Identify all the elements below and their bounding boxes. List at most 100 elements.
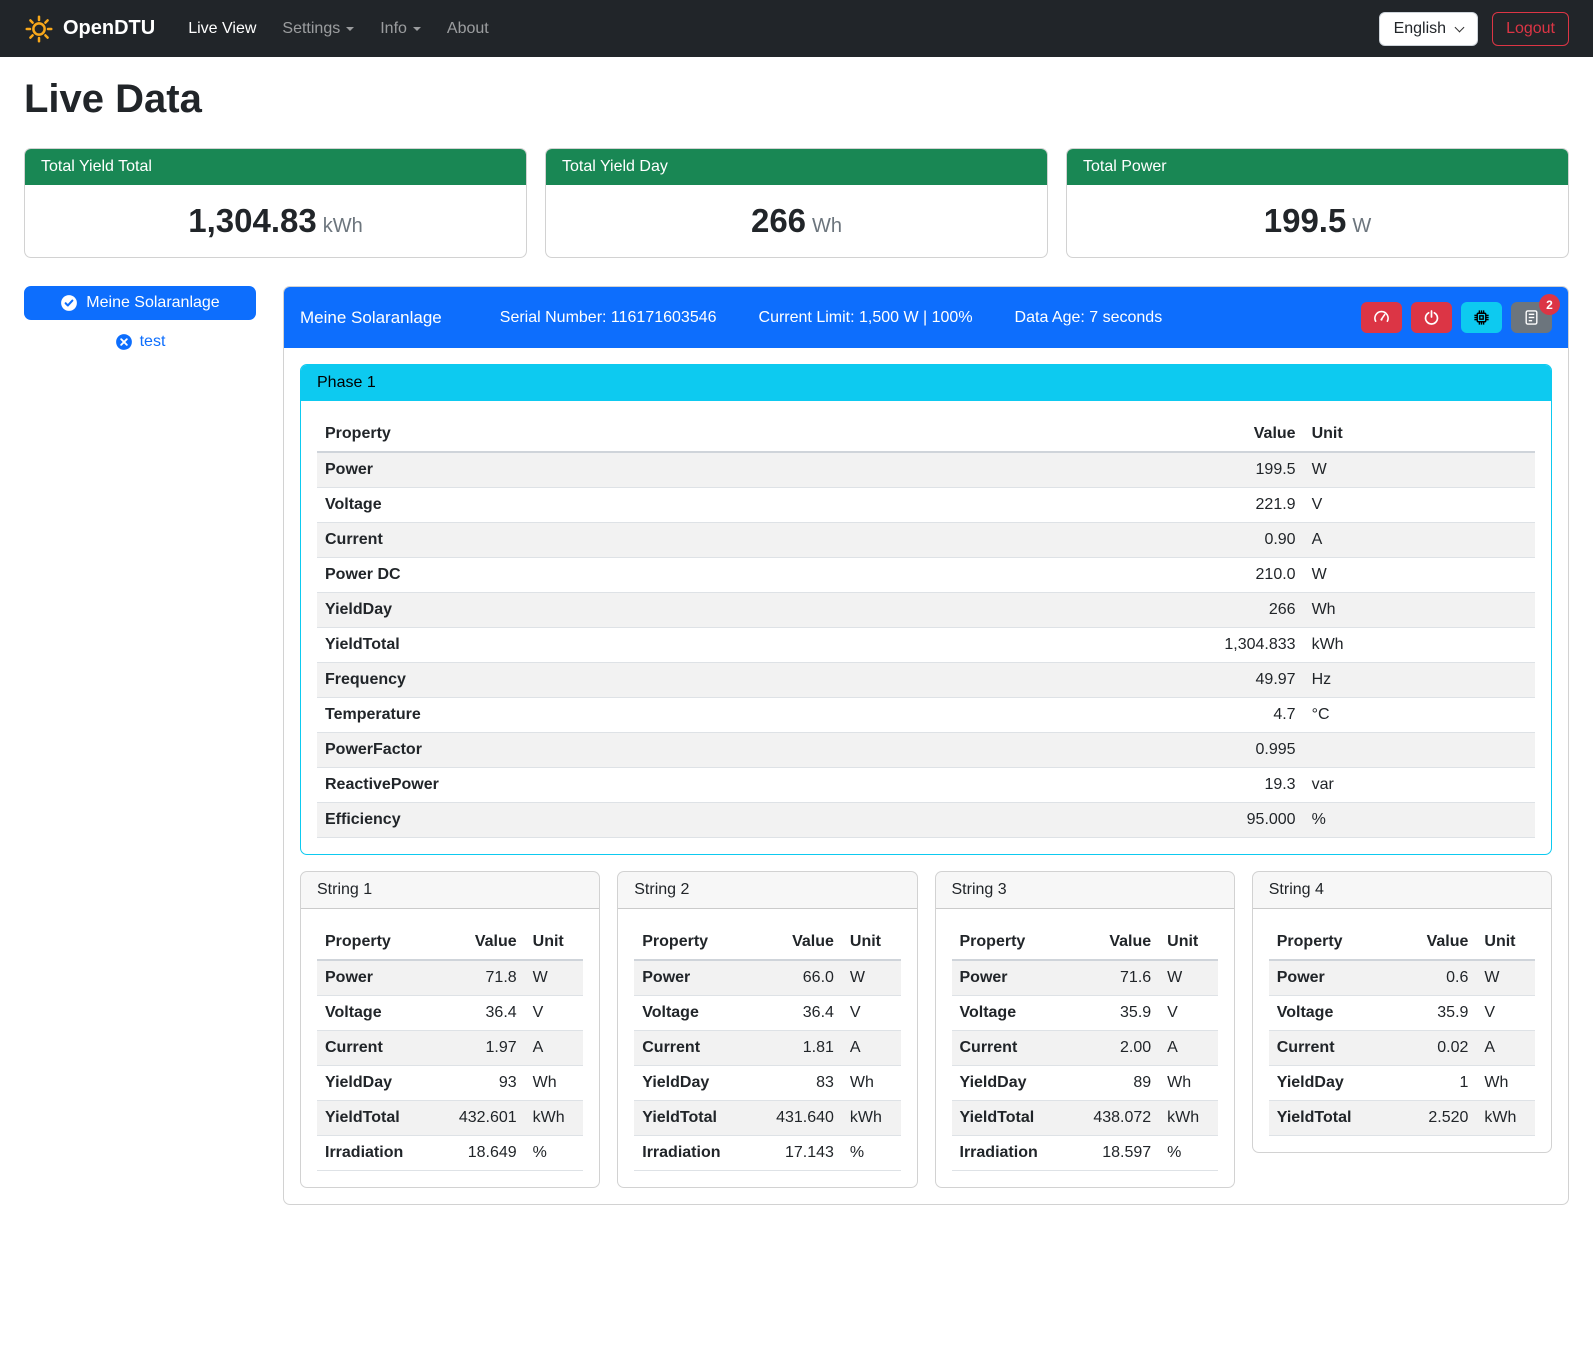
property-name: Voltage	[1269, 996, 1391, 1031]
property-unit: %	[842, 1136, 901, 1171]
inverter-select-button[interactable]: Meine Solaranlage	[24, 286, 256, 320]
property-unit: Hz	[1304, 663, 1535, 698]
property-value: 18.597	[1074, 1136, 1159, 1171]
summary-cards: Total Yield Total 1,304.83kWh Total Yiel…	[24, 148, 1569, 258]
table-row: Current 1.97 A	[317, 1031, 583, 1066]
property-name: Power	[634, 960, 756, 996]
string-table: Property Value Unit Power	[952, 925, 1218, 1171]
property-name: Frequency	[317, 663, 1133, 698]
property-value: 35.9	[1391, 996, 1476, 1031]
property-unit: A	[1476, 1031, 1535, 1066]
brand-link[interactable]: OpenDTU	[24, 14, 155, 44]
property-name: YieldTotal	[317, 1101, 439, 1136]
nav-item-about[interactable]: About	[434, 12, 502, 46]
property-name: YieldDay	[634, 1066, 756, 1101]
nav-item-info-label: Info	[380, 20, 407, 37]
string-title: String 1	[301, 872, 599, 909]
property-name: YieldTotal	[317, 628, 1133, 663]
property-unit: kWh	[1304, 628, 1535, 663]
power-button[interactable]	[1411, 302, 1452, 333]
property-unit: %	[525, 1136, 584, 1171]
nav-item-info[interactable]: Info	[367, 12, 434, 46]
property-value: 0.995	[1133, 733, 1304, 768]
string-body: Property Value Unit Power	[618, 909, 916, 1187]
property-unit: W	[525, 960, 584, 996]
property-unit: Wh	[1304, 593, 1535, 628]
property-value: 1,304.833	[1133, 628, 1304, 663]
property-name: Current	[634, 1031, 756, 1066]
property-unit: Wh	[525, 1066, 584, 1101]
strings-grid: String 1 Property Value Unit	[300, 871, 1552, 1188]
property-value: 18.649	[439, 1136, 524, 1171]
property-value: 71.6	[1074, 960, 1159, 996]
table-row: Power 199.5 W	[317, 452, 1535, 488]
nav-item-live-view[interactable]: Live View	[175, 12, 269, 46]
property-value: 1.81	[757, 1031, 842, 1066]
logout-button[interactable]: Logout	[1492, 12, 1569, 46]
chevron-down-icon	[1455, 22, 1465, 32]
language-select[interactable]: English	[1379, 12, 1478, 46]
table-row: Power 0.6 W	[1269, 960, 1535, 996]
table-row: Voltage 35.9 V	[1269, 996, 1535, 1031]
col-property: Property	[634, 925, 756, 960]
property-value: 19.3	[1133, 768, 1304, 803]
brand-label: OpenDTU	[63, 17, 155, 40]
card-body: 1,304.83kWh	[25, 185, 526, 257]
table-header-row: Property Value Unit	[317, 417, 1535, 452]
phase-body: Property Value Unit Power 199.5	[301, 401, 1551, 854]
property-unit: A	[1159, 1031, 1218, 1066]
property-value: 431.640	[757, 1101, 842, 1136]
property-value: 1.97	[439, 1031, 524, 1066]
property-unit: Wh	[842, 1066, 901, 1101]
table-row: Irradiation 18.649 %	[317, 1136, 583, 1171]
table-row: Irradiation 18.597 %	[952, 1136, 1218, 1171]
table-header-row: Property Value Unit	[634, 925, 900, 960]
property-name: Power	[317, 452, 1133, 488]
property-name: YieldTotal	[634, 1101, 756, 1136]
nav-item-settings-label: Settings	[282, 20, 340, 37]
limit-settings-button[interactable]	[1361, 302, 1402, 333]
page-title: Live Data	[24, 77, 1569, 122]
table-row: YieldDay 93 Wh	[317, 1066, 583, 1101]
col-unit: Unit	[1304, 417, 1535, 452]
table-row: YieldTotal 432.601 kWh	[317, 1101, 583, 1136]
table-row: Current 0.90 A	[317, 523, 1535, 558]
string-card-1: String 1 Property Value Unit	[300, 871, 600, 1188]
table-row: Voltage 221.9 V	[317, 488, 1535, 523]
inverter-card: Meine Solaranlage Serial Number: 1161716…	[283, 286, 1569, 1205]
nav-item-settings[interactable]: Settings	[269, 12, 367, 46]
card-value: 266	[751, 202, 806, 239]
table-row: Efficiency 95.000 %	[317, 803, 1535, 838]
table-row: YieldDay 266 Wh	[317, 593, 1535, 628]
table-row: Irradiation 17.143 %	[634, 1136, 900, 1171]
property-value: 2.00	[1074, 1031, 1159, 1066]
device-info-button[interactable]	[1461, 302, 1502, 333]
table-row: Frequency 49.97 Hz	[317, 663, 1535, 698]
string-card-4: String 4 Property Value Unit	[1252, 871, 1552, 1153]
string-body: Property Value Unit Power	[1253, 909, 1551, 1152]
table-row: Voltage 36.4 V	[317, 996, 583, 1031]
chevron-down-icon	[346, 27, 354, 31]
inverter-card-header: Meine Solaranlage Serial Number: 1161716…	[284, 287, 1568, 348]
property-unit: V	[1476, 996, 1535, 1031]
property-name: Voltage	[952, 996, 1074, 1031]
property-value: 71.8	[439, 960, 524, 996]
inverter-data-age: Data Age: 7 seconds	[1015, 309, 1163, 327]
table-row: Power DC 210.0 W	[317, 558, 1535, 593]
col-unit: Unit	[1476, 925, 1535, 960]
table-row: PowerFactor 0.995	[317, 733, 1535, 768]
property-value: 210.0	[1133, 558, 1304, 593]
main-row: Meine Solaranlage test Meine Solaranlage…	[24, 286, 1569, 1205]
inverter-link-test[interactable]: test	[24, 333, 256, 351]
property-name: Power DC	[317, 558, 1133, 593]
table-row: Current 2.00 A	[952, 1031, 1218, 1066]
string-card-3: String 3 Property Value Unit	[935, 871, 1235, 1188]
inverter-actions: 2	[1361, 302, 1552, 333]
journal-icon	[1523, 309, 1540, 326]
card-value: 199.5	[1264, 202, 1347, 239]
table-row: YieldTotal 2.520 kWh	[1269, 1101, 1535, 1136]
property-value: 2.520	[1391, 1101, 1476, 1136]
string-table: Property Value Unit Power	[1269, 925, 1535, 1136]
property-value: 199.5	[1133, 452, 1304, 488]
table-row: YieldDay 83 Wh	[634, 1066, 900, 1101]
